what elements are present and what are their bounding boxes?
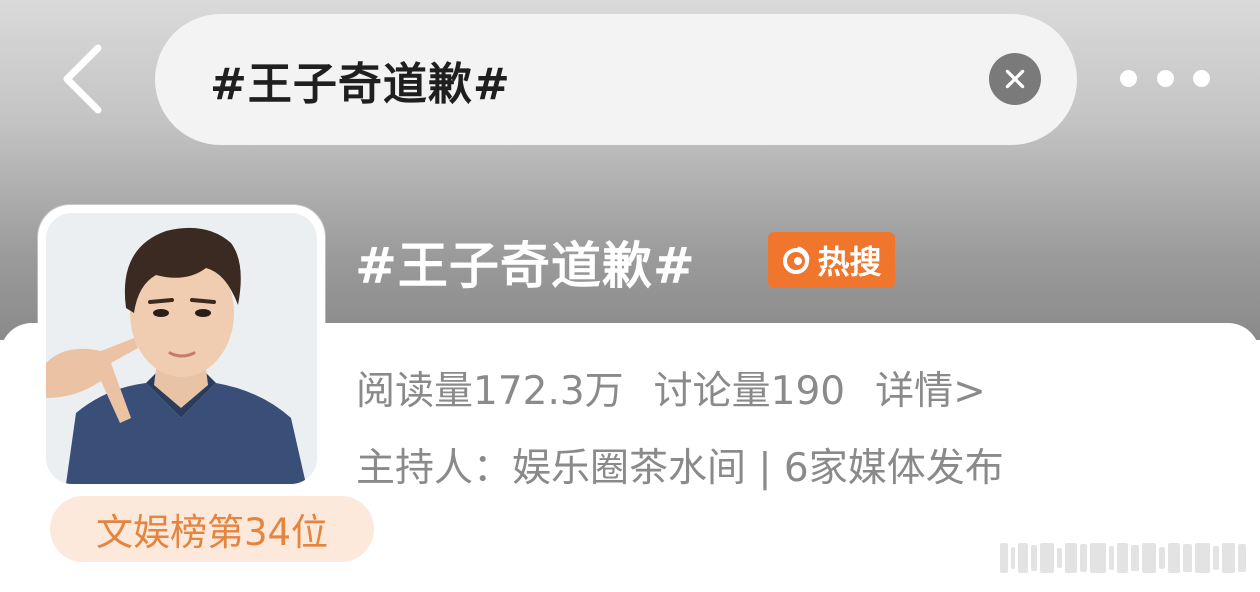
host-info[interactable]: 主持人：娱乐圈茶水间 | 6家媒体发布 [356,437,1004,493]
more-dots-icon [1120,69,1137,87]
details-link[interactable]: 详情> [875,360,986,416]
clear-search-button[interactable] [989,53,1041,105]
discussion-count: 讨论量190 [653,369,846,414]
read-count: 阅读量172.3万 [356,369,624,414]
search-query[interactable]: #王子奇道歉# [210,48,511,112]
hot-search-badge: 热搜 [768,232,895,288]
rank-badge[interactable]: 文娱榜第34位 [50,496,374,562]
fire-icon [783,246,810,274]
more-options-button[interactable] [1120,60,1210,96]
back-button[interactable] [52,42,112,116]
hot-badge-label: 热搜 [817,243,882,281]
rank-label: 文娱榜第34位 [95,511,329,554]
chevron-left-icon [63,44,102,114]
more-dot [1156,69,1174,87]
watermark [1000,540,1250,576]
host-photo [46,213,317,484]
topic-stats: 阅读量172.3万 讨论量190 详情> [356,360,986,416]
topic-avatar-frame[interactable] [38,205,325,492]
more-dot [1193,69,1210,87]
search-bar[interactable]: #王子奇道歉# [155,14,1077,145]
topic-title: #王子奇道歉# [355,237,696,295]
topic-avatar [46,213,317,484]
close-icon [1005,69,1025,89]
